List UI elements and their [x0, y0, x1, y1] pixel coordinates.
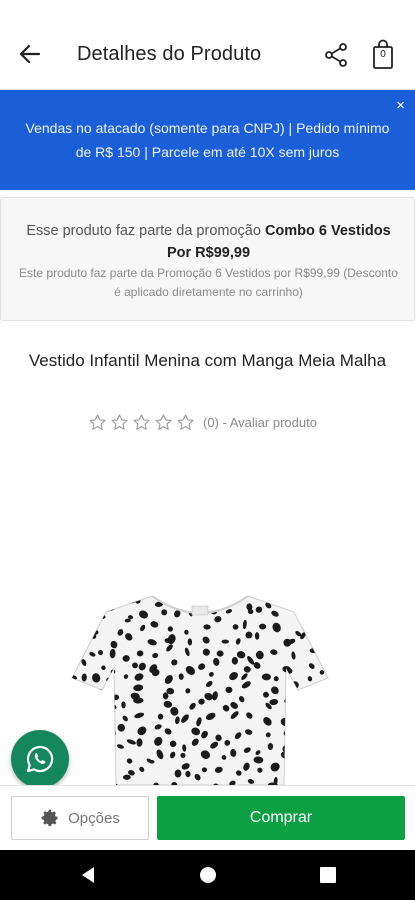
back-button[interactable] — [14, 38, 46, 70]
banner-close-button[interactable]: × — [396, 98, 405, 113]
promotion-detail: Este produto faz parte da Promoção 6 Ves… — [19, 266, 398, 299]
whatsapp-icon — [26, 745, 54, 773]
star-icon[interactable] — [176, 413, 195, 432]
options-label: Opções — [68, 809, 120, 827]
system-navigation-bar — [0, 850, 415, 900]
product-title: Vestido Infantil Menina com Manga Meia M… — [28, 351, 387, 370]
options-button[interactable]: Opções — [11, 796, 149, 840]
cart-count-badge: 0 — [380, 49, 386, 60]
buy-button[interactable]: Comprar — [157, 796, 405, 840]
bottom-action-bar: Opções Comprar — [0, 785, 415, 850]
star-icon[interactable] — [88, 413, 107, 432]
product-image[interactable] — [66, 590, 334, 786]
nav-recent-apps-icon[interactable] — [318, 865, 338, 885]
gear-icon — [41, 809, 58, 827]
nav-back-icon[interactable] — [78, 865, 98, 885]
star-icon[interactable] — [154, 413, 173, 432]
star-icon[interactable] — [110, 413, 129, 432]
page-title: Detalhes do Produto — [77, 43, 262, 65]
banner-text: Vendas no atacado (somente para CNPJ) | … — [25, 120, 390, 160]
arrow-left-icon — [19, 44, 41, 64]
star-icon[interactable] — [132, 413, 151, 432]
promotion-headline: Esse produto faz parte da promoção Combo… — [21, 220, 396, 264]
whatsapp-button[interactable] — [11, 730, 69, 788]
nav-home-icon[interactable] — [198, 865, 218, 885]
share-icon — [325, 43, 347, 67]
promotion-prefix: Esse produto faz parte da promoção — [26, 223, 265, 239]
share-button[interactable] — [320, 38, 352, 72]
wholesale-banner: Vendas no atacado (somente para CNPJ) | … — [0, 90, 415, 190]
promotion-card: Esse produto faz parte da promoção Combo… — [0, 197, 415, 321]
rating-link[interactable]: (0) - Avaliar produto — [203, 415, 317, 430]
product-rating[interactable]: (0) - Avaliar produto — [88, 412, 317, 432]
app-bar: Detalhes do Produto 0 — [0, 0, 415, 90]
rating-stars[interactable] — [88, 413, 195, 432]
cart-button[interactable]: 0 — [367, 38, 399, 72]
